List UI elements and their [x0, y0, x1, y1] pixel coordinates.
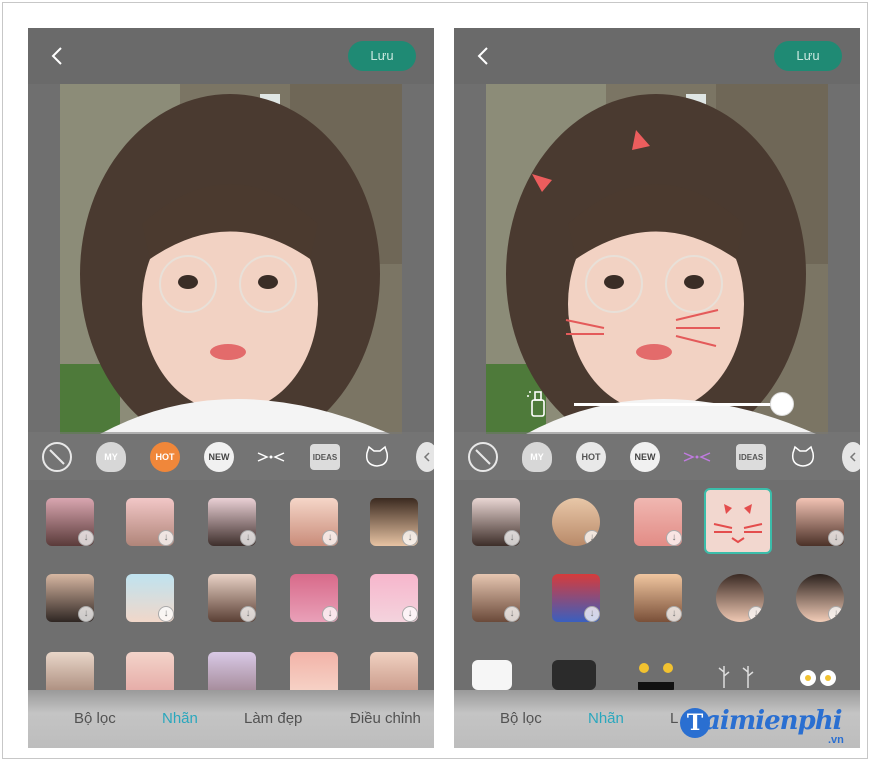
sticker-thumbnail[interactable]: ↓: [126, 498, 174, 546]
download-icon: ↓: [158, 530, 174, 546]
sticker-thumbnail[interactable]: ↓: [796, 574, 844, 622]
photo-preview: [486, 84, 828, 434]
sticker-thumbnail[interactable]: ↓: [634, 498, 682, 546]
slider-track: [574, 403, 784, 406]
download-icon: ↓: [584, 530, 600, 546]
sticker-grid: ↓ ↓ ↓ ↓ ↓ ↓ ↓ ↓ ↓: [454, 488, 860, 690]
ideas-badge-icon[interactable]: IDEAS: [310, 444, 340, 470]
category-label-hot: HOT: [581, 452, 601, 462]
category-label-new: NEW: [634, 452, 656, 462]
save-button[interactable]: Lưu: [348, 41, 416, 71]
whiskers-icon[interactable]: [256, 442, 286, 472]
sticker-thumbnail[interactable]: ↓: [46, 498, 94, 546]
download-icon: ↓: [240, 606, 256, 622]
sticker-thumbnail[interactable]: ↓: [716, 574, 764, 622]
sticker-thumbnail[interactable]: ↓: [472, 574, 520, 622]
download-icon: ↓: [584, 606, 600, 622]
flowers-sticker-icon[interactable]: [796, 660, 840, 690]
more-icon[interactable]: [842, 442, 860, 472]
sticker-category-bar: MY HOT NEW IDEAS: [454, 432, 860, 480]
category-label-ideas: IDEAS: [312, 452, 338, 462]
sticker-thumbnail[interactable]: ↓: [552, 498, 600, 546]
sticker-thumbnail[interactable]: ↓: [796, 498, 844, 546]
new-badge-icon[interactable]: NEW: [630, 442, 660, 472]
back-icon[interactable]: [472, 44, 496, 68]
sticker-thumbnail[interactable]: ↓: [290, 574, 338, 622]
heart-badge-icon[interactable]: MY: [96, 442, 126, 472]
whiskers-icon[interactable]: [682, 442, 712, 472]
tab-beauty[interactable]: Làm đẹp: [244, 710, 302, 727]
download-icon: ↓: [322, 606, 338, 622]
hot-badge-icon[interactable]: HOT: [576, 442, 606, 472]
download-icon: ↓: [402, 606, 418, 622]
download-icon: ↓: [828, 606, 844, 622]
sticker-thumbnail-selected[interactable]: [704, 488, 772, 554]
leaves-sticker-icon[interactable]: [716, 660, 756, 690]
tab-adjust[interactable]: Điều chỉnh: [350, 710, 421, 727]
download-icon: ↓: [666, 606, 682, 622]
tab-filter[interactable]: Bộ lọc: [500, 710, 542, 727]
tab-sticker[interactable]: Nhãn: [162, 710, 198, 727]
download-icon: ↓: [828, 530, 844, 546]
sticker-thumbnail[interactable]: ↓: [634, 574, 682, 622]
photo-preview: [60, 84, 402, 434]
new-badge-icon[interactable]: NEW: [204, 442, 234, 472]
download-icon: ↓: [240, 530, 256, 546]
sticker-thumbnail[interactable]: ↓: [208, 498, 256, 546]
top-bar: Lưu: [454, 28, 860, 84]
sticker-category-bar: MY HOT NEW IDEAS: [28, 432, 434, 480]
download-icon: ↓: [748, 606, 764, 622]
category-label-hot: HOT: [155, 452, 175, 462]
download-icon: ↓: [504, 530, 520, 546]
eyes-sticker-icon[interactable]: [634, 660, 678, 690]
sticker-grid: ↓ ↓ ↓ ↓ ↓ ↓ ↓ ↓ ↓ ↓: [28, 488, 434, 700]
category-label-my: MY: [530, 452, 544, 462]
sticker-thumbnail[interactable]: ↓: [126, 574, 174, 622]
slider-thumb[interactable]: [770, 392, 794, 416]
ideas-badge-icon[interactable]: IDEAS: [736, 444, 766, 470]
download-icon: ↓: [504, 606, 520, 622]
top-bar: Lưu: [28, 28, 434, 84]
sticker-thumbnail[interactable]: ↓: [472, 498, 520, 546]
tab-beauty-partial[interactable]: L: [670, 710, 678, 727]
download-icon: ↓: [322, 530, 338, 546]
phone-screen-left: Lưu MY HOT NEW IDEAS ↓ ↓ ↓ ↓ ↓ ↓ ↓ ↓ ↓ ↓…: [28, 28, 434, 748]
sticker-thumbnail[interactable]: ↓: [370, 574, 418, 622]
download-icon: ↓: [78, 606, 94, 622]
dog-sticker-icon[interactable]: [552, 660, 596, 690]
download-icon: ↓: [666, 530, 682, 546]
category-label-my: MY: [104, 452, 118, 462]
phone-screen-right: Lưu MY HOT NEW IDEAS ↓ ↓ ↓ ↓ ↓ ↓ ↓ ↓ ↓ B…: [454, 28, 860, 748]
hot-badge-icon[interactable]: HOT: [150, 442, 180, 472]
sticker-thumbnail[interactable]: ↓: [552, 574, 600, 622]
download-icon: ↓: [78, 530, 94, 546]
cat-whiskers-sticker-icon: [713, 504, 763, 544]
intensity-slider[interactable]: [514, 388, 804, 418]
back-icon[interactable]: [46, 44, 70, 68]
watermark-suffix: .vn: [828, 734, 844, 746]
download-icon: ↓: [402, 530, 418, 546]
save-button[interactable]: Lưu: [774, 41, 842, 71]
no-sticker-icon[interactable]: [42, 442, 72, 472]
sticker-thumbnail[interactable]: ↓: [370, 498, 418, 546]
cat-face-icon[interactable]: [788, 442, 818, 472]
tab-sticker[interactable]: Nhãn: [588, 710, 624, 727]
bottom-tab-bar: Bộ lọc Nhãn Làm đẹp Điều chỉnh: [28, 690, 434, 748]
download-icon: ↓: [158, 606, 174, 622]
category-label-new: NEW: [208, 452, 230, 462]
category-label-ideas: IDEAS: [738, 452, 764, 462]
bear-sticker-icon[interactable]: [472, 660, 512, 690]
watermark-logo: T aimienphi .vn: [680, 706, 870, 756]
sticker-thumbnail[interactable]: ↓: [208, 574, 256, 622]
tab-filter[interactable]: Bộ lọc: [74, 710, 116, 727]
no-sticker-icon[interactable]: [468, 442, 498, 472]
more-icon[interactable]: [416, 442, 434, 472]
sticker-thumbnail[interactable]: ↓: [46, 574, 94, 622]
cat-face-icon[interactable]: [362, 442, 392, 472]
watermark-brand: aimienphi: [704, 706, 843, 736]
heart-badge-icon[interactable]: MY: [522, 442, 552, 472]
sticker-thumbnail[interactable]: ↓: [290, 498, 338, 546]
